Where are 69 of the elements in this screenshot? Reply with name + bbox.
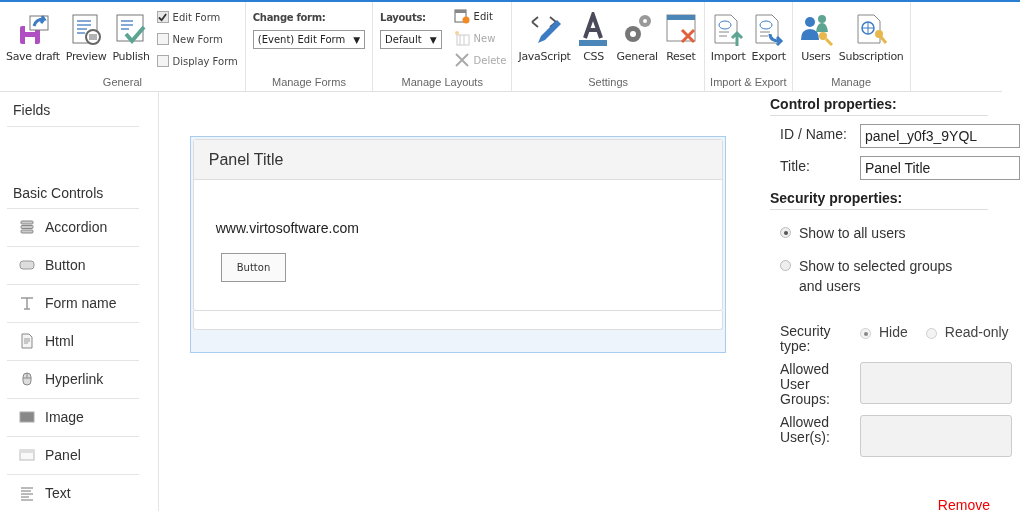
ribbon-button[interactable]: Users <box>795 6 836 63</box>
group-label: Settings <box>587 76 629 90</box>
document-preview-icon <box>69 12 104 46</box>
control-item[interactable]: Form name <box>7 285 139 323</box>
form-checkbox[interactable]: New Form <box>156 30 238 48</box>
document-icon <box>19 333 35 349</box>
group-label: General <box>101 76 143 90</box>
ribbon-button[interactable]: Publish <box>109 6 153 63</box>
form-checkbox[interactable]: Display Form <box>156 52 238 70</box>
radio-option[interactable]: Show to selected groups and users <box>770 256 970 296</box>
text-lines-icon <box>19 485 35 501</box>
control-item[interactable]: Panel <box>7 437 139 475</box>
control-item[interactable]: Text <box>7 475 139 511</box>
window-cross-icon <box>663 12 698 46</box>
dropdown[interactable]: Default ▼ <box>380 30 442 49</box>
sidebar-heading: Fields <box>7 92 139 127</box>
section-heading: Control properties: <box>770 92 988 116</box>
field-label: ID / Name: <box>780 125 848 142</box>
input-field[interactable] <box>860 362 1012 404</box>
group-label: Manage Forms <box>270 76 347 90</box>
control-item[interactable]: Accordion <box>7 209 139 247</box>
panel-icon <box>19 447 35 463</box>
ribbon-button[interactable]: Preview <box>62 6 110 63</box>
ribbon-button[interactable]: Export <box>748 6 789 63</box>
ribbon-button[interactable]: Reset <box>660 6 701 63</box>
ribbon-button[interactable]: Import <box>707 6 749 63</box>
rounded-rectangle-icon <box>19 257 35 273</box>
control-item[interactable]: Html <box>7 323 139 361</box>
users-key-icon <box>798 12 833 46</box>
input-field[interactable]: Panel Title <box>860 156 1020 180</box>
dropdown[interactable]: (Event) Edit Form ▼ <box>252 30 366 49</box>
letter-t-icon <box>19 295 35 311</box>
group-label: Import & Export <box>709 76 788 90</box>
form-checkbox[interactable]: Edit Form <box>156 8 238 26</box>
ribbon-button[interactable]: General <box>613 6 661 63</box>
select-caption: Layouts: <box>380 12 427 23</box>
panel-text: www.virtosoftware.com <box>215 220 360 236</box>
document-globe-up-arrow-icon <box>711 12 746 46</box>
field-label: Allowed User Groups: <box>780 362 831 407</box>
panel-title: Panel Title <box>193 140 722 180</box>
layout-star-icon <box>453 30 470 46</box>
input-field[interactable] <box>860 415 1012 457</box>
sidebar-heading: Basic Controls <box>7 127 139 209</box>
document-checkmark-icon <box>114 12 148 46</box>
control-item[interactable]: Button <box>7 247 139 285</box>
ribbon-button[interactable]: CSS <box>573 6 614 63</box>
remove-link[interactable]: Remove <box>937 497 990 511</box>
radio-option[interactable]: Show to all users <box>770 223 970 243</box>
document-globe-key-icon <box>854 12 889 46</box>
select-caption: Change form: <box>252 12 327 23</box>
ribbon-button[interactable]: Save draft <box>3 6 63 63</box>
section-heading: Security properties: <box>770 186 988 210</box>
group-label: Manage <box>830 76 873 90</box>
input-field[interactable]: panel_y0f3_9YQL <box>860 124 1020 148</box>
image-icon <box>19 409 35 425</box>
cross-icon <box>453 52 470 68</box>
field-label: Security type: <box>780 324 832 354</box>
group-label: Manage Layouts <box>400 76 484 90</box>
panel[interactable]: Panel Title www.virtosoftware.com Button <box>192 139 723 311</box>
control-item[interactable]: Hyperlink <box>7 361 139 399</box>
checkmark-icon <box>158 12 168 22</box>
stack-icon <box>19 219 35 235</box>
form-button[interactable]: Button <box>220 253 287 282</box>
field-label: Title: <box>780 157 811 174</box>
layout-button[interactable]: Edit <box>451 6 509 26</box>
control-item[interactable]: Image <box>7 399 139 437</box>
field-label: Allowed User(s): <box>780 415 831 445</box>
ribbon-button[interactable]: Subscription <box>835 6 907 63</box>
ribbon-button[interactable]: JavaScript <box>515 6 574 63</box>
